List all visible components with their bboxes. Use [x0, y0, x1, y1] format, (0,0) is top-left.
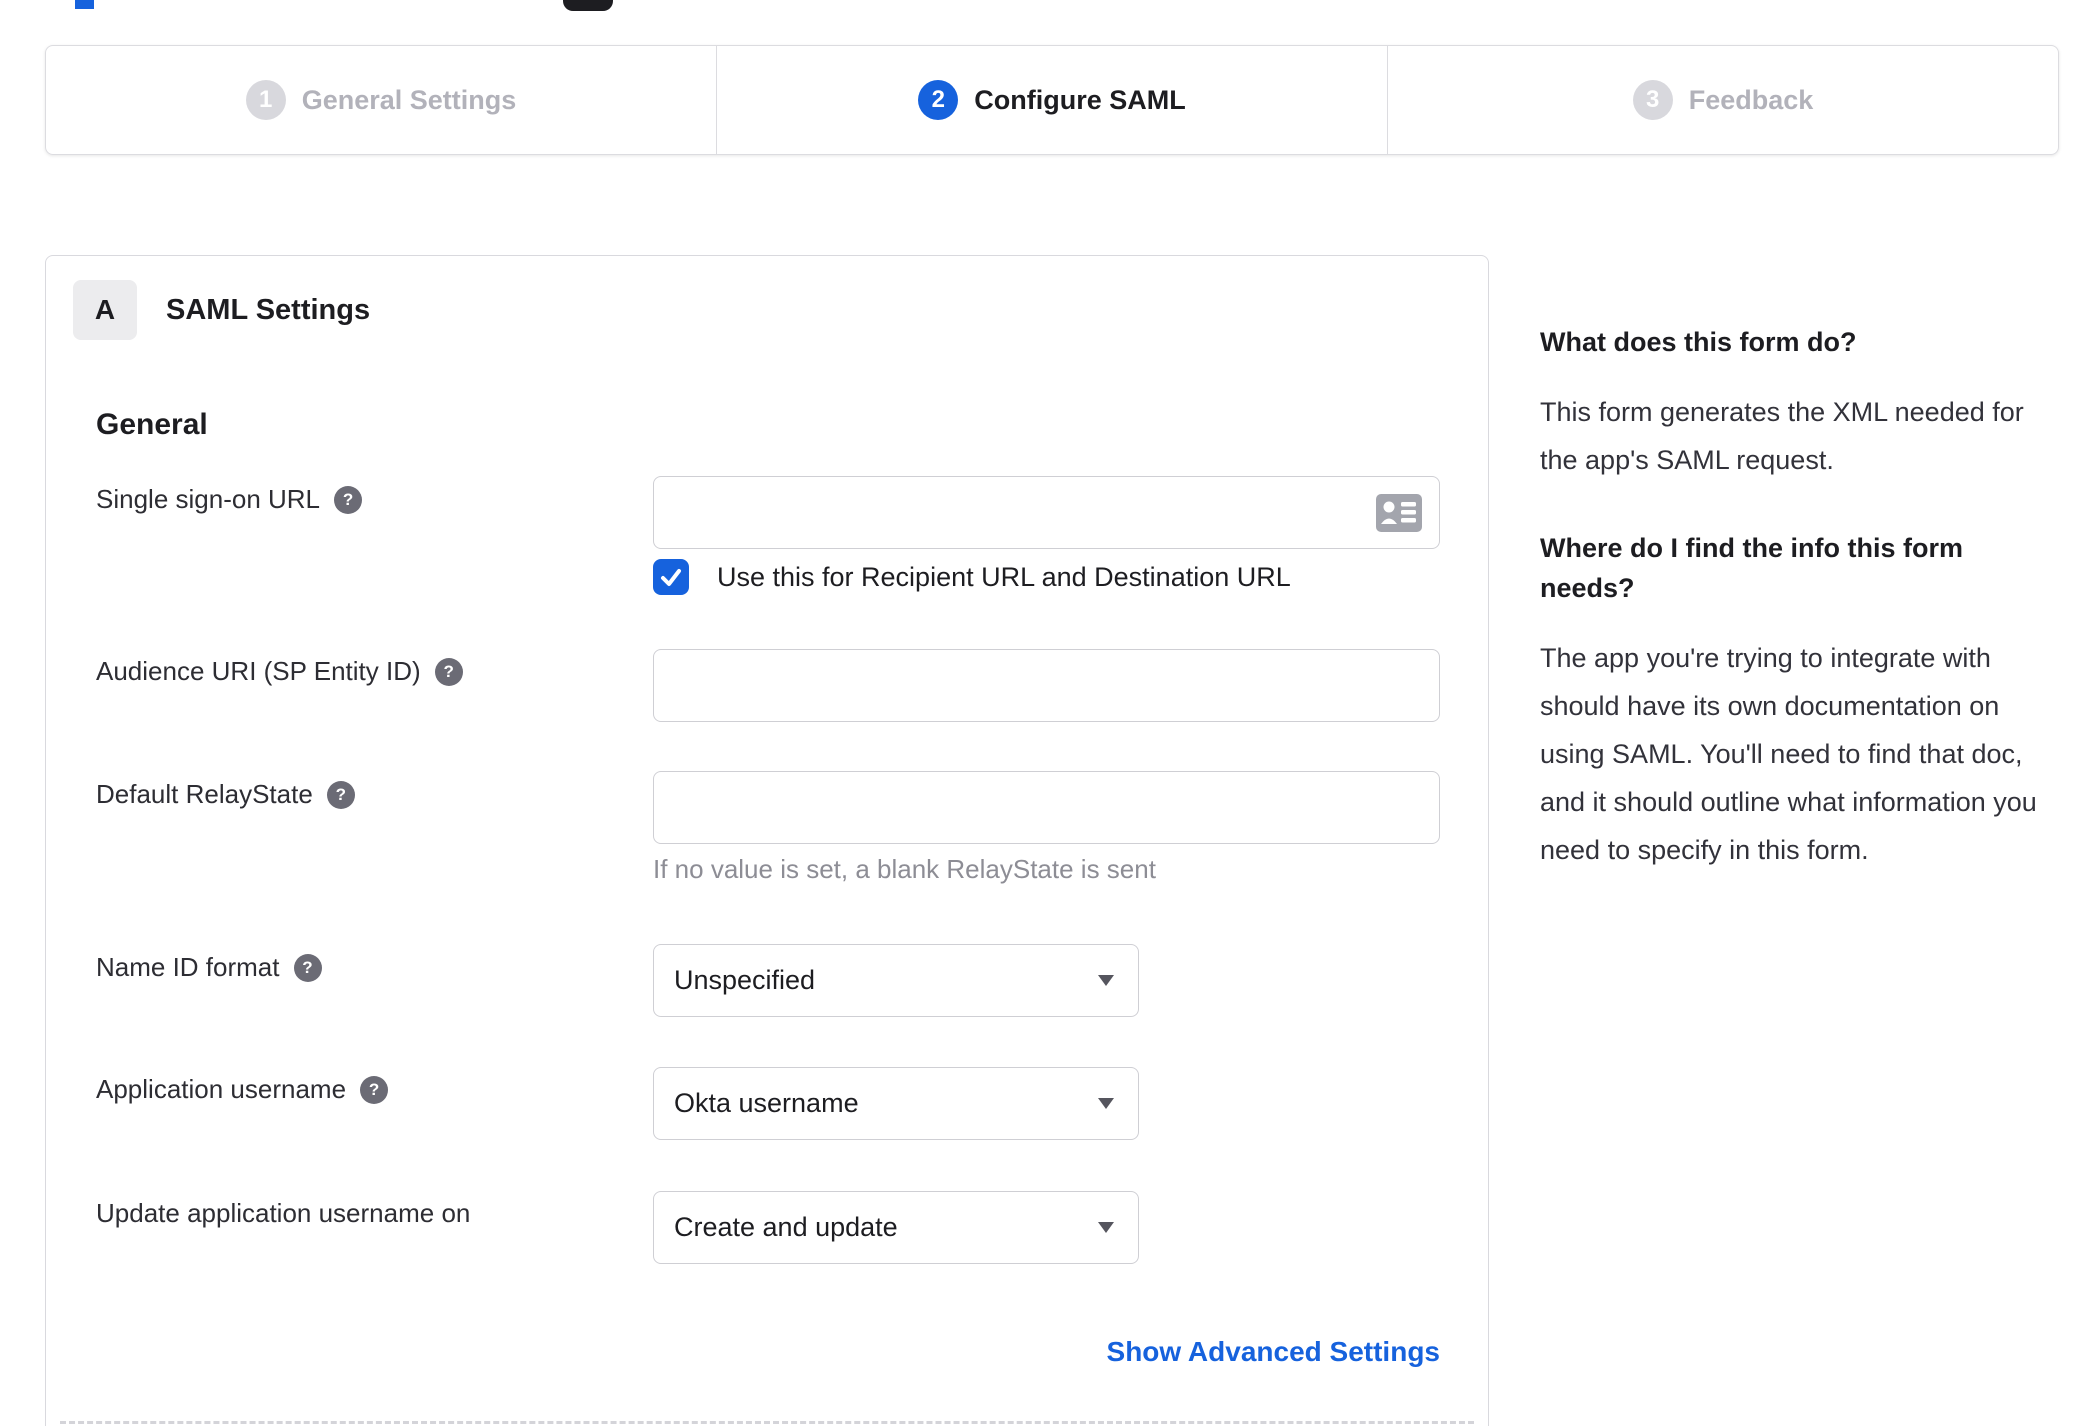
name-id-format-value: Unspecified: [674, 965, 816, 995]
cropped-dark-element: [563, 0, 613, 11]
wizard-stepper: 1 General Settings 2 Configure SAML 3 Fe…: [45, 45, 2059, 155]
section-a-badge: A: [73, 280, 137, 340]
chevron-down-icon: [1098, 1098, 1114, 1109]
name-id-format-label: Name ID format ?: [96, 952, 322, 983]
audience-uri-label-text: Audience URI (SP Entity ID): [96, 656, 421, 686]
help-q1-body: This form generates the XML needed for t…: [1540, 397, 2024, 475]
relay-state-label: Default RelayState ?: [96, 779, 355, 810]
app-username-select[interactable]: Okta username: [653, 1067, 1139, 1140]
recipient-url-checkbox-row: Use this for Recipient URL and Destinati…: [653, 559, 1291, 595]
step-3-label: Feedback: [1688, 84, 1814, 115]
relay-state-help-icon[interactable]: ?: [326, 780, 355, 809]
sso-url-help-icon[interactable]: ?: [334, 485, 363, 514]
sso-url-label-text: Single sign-on URL: [96, 484, 321, 514]
update-username-label: Update application username on: [96, 1198, 470, 1229]
audience-uri-help-icon[interactable]: ?: [434, 657, 463, 686]
contact-card-icon[interactable]: [1376, 494, 1422, 532]
section-dashed-divider: [60, 1421, 1474, 1424]
sso-url-input[interactable]: [653, 476, 1440, 549]
name-id-format-select[interactable]: Unspecified: [653, 944, 1139, 1017]
check-icon: [661, 569, 681, 586]
step-2-badge: 2: [918, 80, 959, 120]
step-feedback[interactable]: 3 Feedback: [1387, 45, 2059, 155]
recipient-url-checkbox-label: Use this for Recipient URL and Destinati…: [717, 561, 1291, 592]
name-id-format-label-text: Name ID format: [96, 952, 280, 982]
audience-uri-label: Audience URI (SP Entity ID) ?: [96, 656, 463, 687]
relay-state-label-text: Default RelayState: [96, 779, 313, 809]
show-advanced-settings-link[interactable]: Show Advanced Settings: [653, 1336, 1440, 1368]
app-username-label: Application username ?: [96, 1074, 389, 1105]
update-username-label-text: Update application username on: [96, 1198, 471, 1228]
sso-url-input-wrap: [653, 476, 1440, 549]
name-id-format-help-icon[interactable]: ?: [293, 953, 322, 982]
step-1-badge: 1: [245, 80, 286, 120]
app-username-value: Okta username: [674, 1088, 859, 1118]
panel-title: SAML Settings: [166, 294, 371, 326]
relay-state-input[interactable]: [653, 771, 1440, 844]
sso-url-label: Single sign-on URL ?: [96, 484, 363, 515]
update-username-value: Create and update: [674, 1212, 898, 1242]
app-username-help-icon[interactable]: ?: [360, 1075, 389, 1104]
general-section-heading: General: [96, 408, 208, 441]
help-sidebar: What does this form do? This form genera…: [1540, 322, 2052, 918]
step-general-settings[interactable]: 1 General Settings: [45, 45, 717, 155]
help-q2-body: The app you're trying to integrate with …: [1540, 643, 2037, 865]
app-username-label-text: Application username: [96, 1074, 347, 1104]
recipient-url-checkbox[interactable]: [653, 559, 689, 595]
relay-state-hint: If no value is set, a blank RelayState i…: [653, 854, 1156, 884]
chevron-down-icon: [1098, 1222, 1114, 1233]
saml-settings-panel: A SAML Settings General Single sign-on U…: [45, 255, 1489, 1426]
step-1-label: General Settings: [301, 84, 517, 115]
help-q1-title: What does this form do?: [1540, 327, 1857, 357]
chevron-down-icon: [1098, 975, 1114, 986]
step-3-badge: 3: [1632, 80, 1673, 120]
cropped-blue-element: [75, 0, 94, 9]
step-configure-saml[interactable]: 2 Configure SAML: [716, 45, 1388, 155]
audience-uri-input[interactable]: [653, 649, 1440, 722]
update-username-select[interactable]: Create and update: [653, 1191, 1139, 1264]
step-2-label: Configure SAML: [974, 84, 1186, 115]
help-q2-title: Where do I find the info this form needs…: [1540, 533, 1963, 603]
